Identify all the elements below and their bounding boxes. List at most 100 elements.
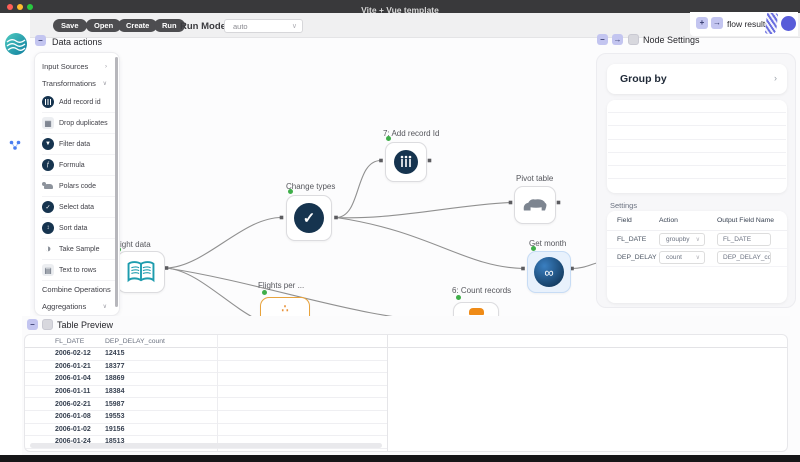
take-sample-icon: ◑	[42, 243, 54, 255]
collapse-panel-button[interactable]: –	[35, 35, 46, 46]
settings-rows: FL_DATE groupby ∨ FL_DATE DEP_DELAY	[607, 231, 787, 267]
settings-table: Field Action Output Field Name FL_DATE g…	[607, 211, 787, 303]
sidebar-item[interactable]: ▤ Text to rows	[42, 260, 115, 281]
node-flight-data[interactable]	[117, 251, 165, 293]
action-select[interactable]: groupby ∨	[659, 233, 705, 246]
flow-results-label: flow results	[727, 19, 770, 29]
sidebar-item[interactable]: Polars code	[42, 176, 115, 197]
sidebar-item[interactable]: ✓ Select data	[42, 197, 115, 218]
node-label: Change types	[286, 182, 335, 191]
drop-duplicates-icon: ▦	[42, 117, 54, 129]
panel-title: Table Preview	[57, 320, 113, 330]
collapse-panel-button[interactable]: –	[27, 319, 38, 330]
chevron-down-icon: ∨	[696, 252, 700, 264]
check-circle-icon: ✓	[294, 203, 324, 233]
panel-checkbox[interactable]	[628, 34, 639, 45]
sidebar-item[interactable]: ƒ Formula	[42, 155, 115, 176]
port[interactable]	[521, 267, 525, 271]
close-window-button[interactable]	[7, 4, 13, 10]
field-item[interactable]	[608, 113, 786, 126]
run-mode-label: Run Mode:	[180, 21, 229, 32]
add-flow-result-button[interactable]: +	[696, 17, 708, 29]
zoom-window-button[interactable]	[27, 4, 33, 10]
settings-label: Settings	[610, 201, 637, 210]
open-flow-result-button[interactable]: →	[711, 17, 723, 29]
sidebar-item[interactable]: ▼ Filter data	[42, 134, 115, 155]
open-panel-button[interactable]: →	[612, 34, 623, 45]
sidebar-item[interactable]: Input Sources ›	[42, 58, 115, 75]
sidebar-item[interactable]: Combine Operations ›	[42, 281, 115, 298]
collapse-panel-button[interactable]: –	[597, 34, 608, 45]
window-bottom-edge	[0, 455, 800, 462]
table-row[interactable]: 2006-01-04 18869	[25, 373, 387, 386]
group-by-card[interactable]: Group by ›	[607, 64, 787, 94]
panel-title: Node Settings	[643, 35, 700, 45]
panel-checkbox[interactable]	[42, 319, 53, 330]
table-row[interactable]: 2006-01-08 19553	[25, 411, 387, 424]
field-item[interactable]	[608, 140, 786, 153]
panel-title: Data actions	[52, 37, 102, 47]
port[interactable]	[334, 216, 338, 220]
table-row[interactable]: 2006-02-21 15987	[25, 398, 387, 411]
sidebar-item[interactable]: ↕ Sort data	[42, 218, 115, 239]
app-window: Vite + Vue template	[0, 0, 800, 462]
add-record-id-icon	[42, 96, 54, 108]
sort-data-icon: ↕	[42, 222, 54, 234]
data-actions-list: Input Sources › Transformations ∨ Add re…	[34, 52, 120, 316]
field-item[interactable]	[608, 153, 786, 166]
table-row[interactable]: 2006-01-11 18384	[25, 386, 387, 399]
table-row[interactable]: 2006-01-21 18377	[25, 361, 387, 374]
table-row-partial	[25, 449, 387, 452]
settings-table-header: Field Action Output Field Name	[607, 211, 787, 231]
run-mode-select[interactable]: auto ∨	[224, 19, 303, 33]
node-settings-body: Group by › Settings Field Action Output …	[596, 53, 796, 308]
save-button[interactable]: Save	[53, 19, 87, 32]
select-data-icon: ✓	[42, 201, 54, 213]
polars-bear-icon	[42, 180, 54, 192]
node-status-dot	[288, 189, 293, 194]
port[interactable]	[557, 201, 561, 205]
node-get-month[interactable]: ∞	[527, 251, 571, 293]
output-field-input[interactable]: DEP_DELAY_count	[717, 251, 771, 264]
horizontal-scrollbar[interactable]	[30, 443, 382, 448]
field-item[interactable]	[608, 166, 786, 179]
node-settings-panel: – → Node Settings Group by › Settings Fi…	[592, 30, 798, 315]
sidebar-item[interactable]: ◑ Take Sample	[42, 239, 115, 260]
port[interactable]	[280, 216, 284, 220]
node-label: Flights per ...	[258, 281, 304, 290]
column-divider	[217, 335, 218, 452]
sidebar-item[interactable]: Add record id	[42, 92, 115, 113]
text-to-rows-icon: ▤	[42, 264, 54, 276]
flow-graph-icon[interactable]	[9, 140, 21, 151]
node-add-record-id[interactable]	[385, 142, 427, 182]
field-item[interactable]	[608, 126, 786, 139]
user-circle-button[interactable]	[781, 16, 796, 31]
table-row[interactable]: 2006-02-12 12415	[25, 348, 387, 361]
action-select[interactable]: count ∨	[659, 251, 705, 264]
minimize-window-button[interactable]	[17, 4, 23, 10]
table-preview-panel: – Table Preview FL_DATE DEP_DELAY_count …	[22, 316, 790, 455]
port[interactable]	[165, 266, 169, 270]
field-item[interactable]	[608, 179, 786, 192]
node-label: 7: Add record Id	[383, 129, 439, 138]
record-id-icon	[393, 149, 419, 175]
sidebar-item[interactable]: Aggregations ∨	[42, 298, 115, 315]
scatter-icon: ∴	[282, 302, 289, 315]
node-pivot-table[interactable]	[514, 186, 556, 224]
sidebar-item[interactable]: ▦ Drop duplicates	[42, 113, 115, 134]
port[interactable]	[428, 159, 432, 163]
sidebar-item[interactable]: Transformations ∨	[42, 75, 115, 92]
node-status-dot	[386, 136, 391, 141]
settings-row: DEP_DELAY count ∨ DEP_DELAY_count	[607, 249, 787, 267]
port[interactable]	[379, 159, 383, 163]
table-row[interactable]: 2006-01-02 19156	[25, 424, 387, 437]
open-button[interactable]: Open	[86, 19, 121, 32]
node-change-types[interactable]: ✓	[286, 195, 332, 241]
port[interactable]	[509, 201, 513, 205]
create-button[interactable]: Create	[118, 19, 157, 32]
sidebar-scrollbar[interactable]	[115, 57, 118, 307]
output-field-input[interactable]: FL_DATE	[717, 233, 771, 246]
chevron-down-icon: ∨	[696, 234, 700, 246]
field-item[interactable]	[608, 100, 786, 113]
data-actions-panel: – Data actions Input Sources › Transform…	[33, 33, 122, 318]
